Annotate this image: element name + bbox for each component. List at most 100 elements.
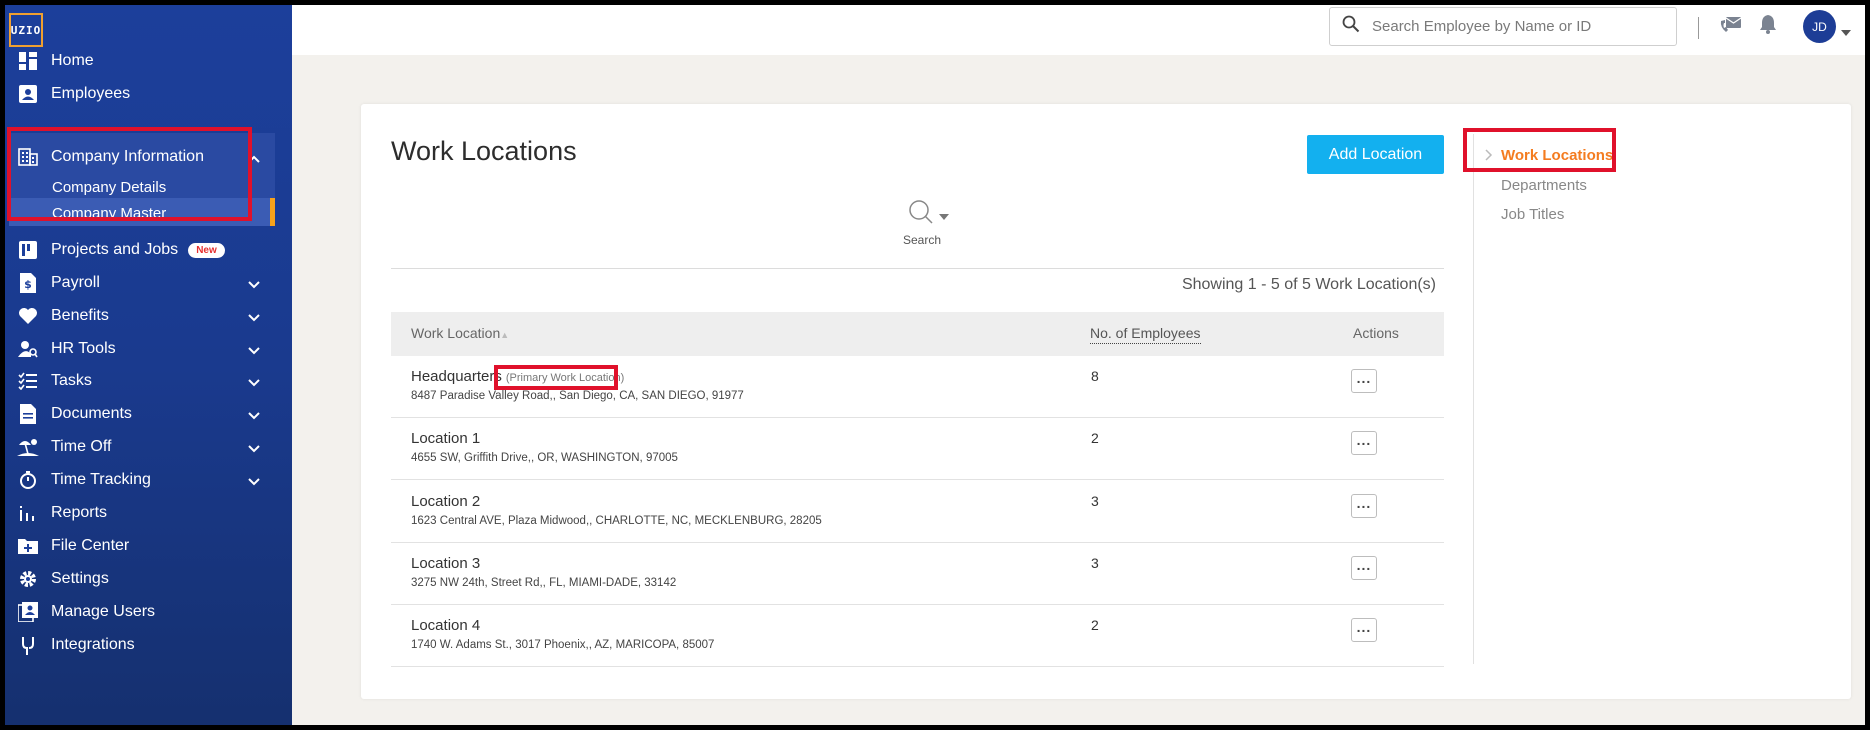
sidebar-item-payroll[interactable]: $ Payroll: [5, 265, 270, 301]
sidebar-item-settings[interactable]: Settings: [5, 561, 270, 597]
svg-text:$: $: [24, 278, 32, 291]
right-nav-job-titles[interactable]: Job Titles: [1501, 206, 1564, 223]
employee-search[interactable]: [1329, 7, 1677, 46]
chevron-down-icon[interactable]: [248, 342, 260, 360]
search-icon: [1342, 15, 1360, 38]
chevron-down-icon[interactable]: [248, 407, 260, 425]
uzio-logo[interactable]: UZIO: [9, 13, 43, 47]
sidebar-item-label: Time Tracking: [51, 471, 151, 488]
more-icon: ...: [1356, 495, 1372, 511]
location-address: 8487 Paradise Valley Road,, San Diego, C…: [411, 390, 744, 402]
dashboard-icon: [15, 50, 41, 72]
sidebar-item-file-center[interactable]: File Center: [5, 528, 270, 564]
results-count: Showing 1 - 5 of 5 Work Location(s): [1181, 276, 1436, 293]
sidebar-item-tasks[interactable]: Tasks: [5, 363, 270, 399]
topbar-divider: [1698, 17, 1699, 39]
search-toggle[interactable]: Search: [891, 199, 961, 249]
employee-count: 3: [1091, 555, 1099, 571]
more-icon: ...: [1356, 619, 1372, 635]
checklist-icon: [15, 370, 41, 392]
chevron-down-icon[interactable]: [248, 309, 260, 327]
divider: [391, 268, 1444, 269]
location-name: Location 4: [411, 617, 480, 634]
page-title: Work Locations: [391, 136, 577, 166]
app-frame: UZIO Home Employees Company Information: [5, 5, 1865, 725]
board-icon: [15, 239, 41, 261]
add-location-button[interactable]: Add Location: [1307, 135, 1444, 174]
sidebar-item-projects-and-jobs[interactable]: Projects and Jobs New: [5, 232, 270, 268]
sidebar-item-integrations[interactable]: Integrations: [5, 627, 270, 663]
top-bar: JD: [292, 5, 1865, 55]
search-input[interactable]: [1372, 18, 1652, 35]
sidebar-item-time-tracking[interactable]: Time Tracking: [5, 462, 270, 498]
location-name-text: Location 3: [411, 555, 481, 572]
sidebar-item-label: Manage Users: [51, 603, 156, 620]
row-actions-button[interactable]: ...: [1351, 618, 1377, 642]
location-name-text: Location 2: [411, 493, 481, 510]
location-name: Location 3: [411, 555, 480, 572]
plug-icon: [15, 634, 41, 656]
gear-icon: [15, 568, 41, 590]
table-row[interactable]: Location 1 4655 SW, Griffith Drive,, OR,…: [391, 418, 1444, 480]
column-header-work-location[interactable]: Work Location▲: [411, 325, 509, 341]
sidebar-item-label: Tasks: [51, 372, 92, 389]
chevron-down-icon[interactable]: [248, 276, 260, 294]
folder-plus-icon: [15, 535, 41, 557]
caret-down-icon: [939, 207, 949, 225]
sidebar-item-hr-tools[interactable]: HR Tools: [5, 331, 270, 367]
sidebar-item-label: Employees: [51, 85, 131, 102]
bell-icon[interactable]: [1759, 14, 1777, 39]
more-icon: ...: [1356, 557, 1372, 573]
beach-icon: [15, 436, 41, 458]
chevron-down-icon[interactable]: [248, 473, 260, 491]
caret-down-icon[interactable]: [1841, 23, 1851, 41]
row-actions-button[interactable]: ...: [1351, 431, 1377, 455]
row-actions-button[interactable]: ...: [1351, 494, 1377, 518]
sidebar-item-benefits[interactable]: Benefits: [5, 298, 270, 334]
search-icon: [908, 199, 934, 230]
sidebar-item-time-off[interactable]: Time Off: [5, 429, 270, 465]
sidebar-item-employees[interactable]: Employees: [5, 76, 270, 112]
new-badge: New: [188, 242, 225, 258]
table-row[interactable]: Location 3 3275 NW 24th, Street Rd,, FL,…: [391, 543, 1444, 605]
sidebar-item-manage-users[interactable]: Manage Users: [5, 594, 270, 630]
column-header-actions: Actions: [1353, 325, 1399, 341]
table-row[interactable]: Location 2 1623 Central AVE, Plaza Midwo…: [391, 481, 1444, 543]
highlight-company-info: [7, 127, 252, 221]
logo-text: UZIO: [10, 23, 42, 37]
sidebar-item-label: Benefits: [51, 307, 109, 324]
person-badge-icon: [15, 83, 41, 105]
table-header: Work Location▲ No. of Employees Actions: [391, 312, 1444, 356]
employee-count: 2: [1091, 430, 1099, 446]
mail-phone-icon[interactable]: [1720, 15, 1742, 40]
location-name-text: Headquarters: [411, 368, 502, 385]
dollar-doc-icon: $: [15, 272, 41, 294]
user-avatar[interactable]: JD: [1803, 10, 1836, 43]
column-label: Work Location: [411, 325, 501, 341]
search-label: Search: [902, 233, 942, 247]
sidebar-item-home[interactable]: Home: [5, 43, 270, 79]
column-header-employees[interactable]: No. of Employees: [1090, 325, 1201, 344]
more-icon: ...: [1356, 370, 1372, 386]
location-name: Location 2: [411, 493, 480, 510]
location-address: 4655 SW, Griffith Drive,, OR, WASHINGTON…: [411, 452, 678, 464]
chevron-down-icon[interactable]: [248, 374, 260, 392]
user-search-icon: [15, 338, 41, 360]
employee-count: 8: [1091, 368, 1099, 384]
sidebar-item-label: Documents: [51, 405, 132, 422]
row-actions-button[interactable]: ...: [1351, 369, 1377, 393]
employee-count: 2: [1091, 617, 1099, 633]
sidebar-item-label: Projects and Jobs: [51, 241, 179, 258]
stopwatch-icon: [15, 469, 41, 491]
sidebar-item-label: File Center: [51, 537, 130, 554]
sidebar-item-reports[interactable]: Reports: [5, 495, 270, 531]
sidebar-item-label: Reports: [51, 504, 108, 521]
highlight-primary-tag: [494, 365, 618, 390]
right-nav-departments[interactable]: Departments: [1501, 177, 1587, 194]
table-row[interactable]: Location 4 1740 W. Adams St., 3017 Phoen…: [391, 605, 1444, 667]
row-actions-button[interactable]: ...: [1351, 556, 1377, 580]
chevron-down-icon[interactable]: [248, 440, 260, 458]
location-address: 1740 W. Adams St., 3017 Phoenix,, AZ, MA…: [411, 639, 715, 651]
main-card: Work Locations Add Location Search Showi…: [361, 104, 1851, 699]
sidebar-item-documents[interactable]: Documents: [5, 396, 270, 432]
